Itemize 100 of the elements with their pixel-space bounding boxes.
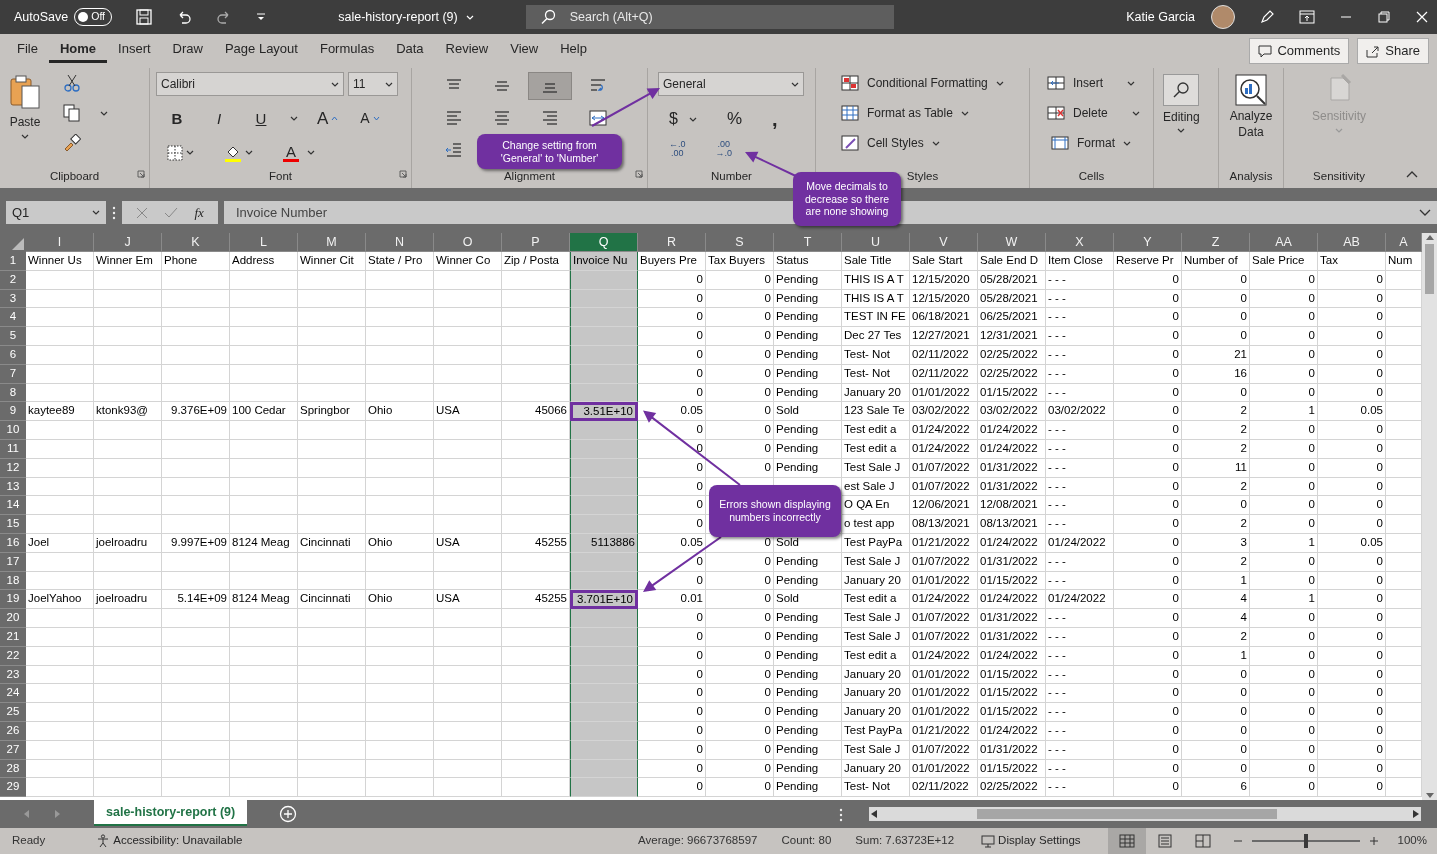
row-header[interactable]: 10 bbox=[0, 421, 26, 440]
display-settings-button[interactable]: Display Settings bbox=[978, 830, 1084, 852]
column-header[interactable]: I bbox=[26, 233, 94, 252]
row-header[interactable]: 19 bbox=[0, 590, 26, 610]
column-header[interactable]: L bbox=[230, 233, 298, 252]
row-header[interactable]: 20 bbox=[0, 609, 26, 628]
row-header[interactable]: 1 bbox=[0, 252, 26, 271]
font-color-button[interactable]: A bbox=[280, 141, 318, 164]
dialog-launcher-icon[interactable] bbox=[635, 170, 643, 179]
normal-view-button[interactable] bbox=[1107, 828, 1146, 854]
row-header[interactable]: 29 bbox=[0, 778, 26, 798]
increase-decimal-button[interactable]: ←.0 .00 bbox=[666, 137, 689, 160]
delete-button[interactable]: Delete bbox=[1044, 102, 1143, 124]
decrease-font-size-button[interactable]: A bbox=[357, 106, 383, 132]
number-format-field[interactable]: General bbox=[658, 72, 804, 96]
ribbon-tab[interactable]: Insert bbox=[107, 34, 162, 64]
row-header[interactable]: 5 bbox=[0, 327, 26, 346]
share-button[interactable]: Share bbox=[1357, 38, 1429, 64]
analyze-data-button[interactable]: Analyze Data bbox=[1225, 72, 1277, 168]
row-header[interactable]: 9 bbox=[0, 402, 26, 422]
column-header[interactable]: Z bbox=[1182, 233, 1250, 252]
row-header[interactable]: 15 bbox=[0, 515, 26, 534]
column-header[interactable]: Y bbox=[1114, 233, 1182, 252]
more-icon[interactable] bbox=[112, 205, 116, 220]
column-header[interactable]: T bbox=[774, 233, 842, 252]
paste-button[interactable]: Paste bbox=[6, 72, 44, 141]
ribbon-tab[interactable]: Home bbox=[48, 34, 108, 64]
column-header[interactable]: A bbox=[1386, 233, 1422, 252]
editing-button[interactable]: Editing bbox=[1160, 72, 1203, 168]
format-button[interactable]: Format bbox=[1048, 132, 1143, 154]
column-header[interactable]: P bbox=[502, 233, 570, 252]
bold-button[interactable]: B bbox=[164, 105, 190, 132]
scroll-down-icon[interactable] bbox=[1425, 793, 1434, 798]
column-header[interactable]: X bbox=[1046, 233, 1114, 252]
cell-styles-button[interactable]: Cell Styles bbox=[838, 132, 1007, 154]
dialog-launcher-icon[interactable] bbox=[137, 170, 145, 179]
column-header[interactable]: J bbox=[94, 233, 162, 252]
column-header[interactable]: U bbox=[842, 233, 910, 252]
column-header[interactable]: M bbox=[298, 233, 366, 252]
column-header[interactable]: Q bbox=[570, 233, 638, 252]
zoom-level[interactable]: 100% bbox=[1397, 832, 1427, 850]
row-header[interactable]: 14 bbox=[0, 496, 26, 516]
scroll-left-icon[interactable] bbox=[871, 810, 877, 818]
zoom-slider-thumb[interactable] bbox=[1303, 834, 1308, 848]
ribbon-tab[interactable]: Review bbox=[434, 34, 500, 64]
decrease-decimal-button[interactable]: .00 →.0 bbox=[712, 137, 736, 160]
row-header[interactable]: 24 bbox=[0, 684, 26, 704]
ribbon-tab[interactable]: Draw bbox=[161, 34, 214, 64]
scrollbar-thumb[interactable] bbox=[977, 809, 1277, 819]
caret-icon bbox=[245, 150, 253, 155]
row-header[interactable]: 4 bbox=[0, 308, 26, 328]
font-name-field[interactable]: Calibri bbox=[156, 72, 344, 96]
column-header[interactable]: S bbox=[706, 233, 774, 252]
ribbon-tab[interactable]: Help bbox=[549, 34, 598, 64]
ribbon-tab[interactable]: Data bbox=[385, 34, 435, 64]
column-header[interactable]: W bbox=[978, 233, 1046, 252]
customize-button[interactable] bbox=[256, 13, 267, 21]
increase-font-size-button[interactable]: A bbox=[314, 104, 342, 134]
column-header[interactable]: V bbox=[910, 233, 978, 252]
column-header[interactable]: AB bbox=[1318, 233, 1386, 252]
user-avatar[interactable] bbox=[1211, 5, 1235, 29]
select-all-icon[interactable] bbox=[12, 238, 24, 250]
ribbon-display-button[interactable] bbox=[1299, 10, 1315, 24]
insert-button[interactable]: Insert bbox=[1044, 72, 1143, 94]
row-header[interactable]: 25 bbox=[0, 703, 26, 722]
sheet-tab[interactable]: sale-history-report (9) bbox=[94, 800, 248, 826]
ribbon-tab[interactable]: File bbox=[6, 34, 49, 64]
comma-style-button[interactable]: , bbox=[769, 106, 781, 131]
scroll-right-icon[interactable] bbox=[1413, 810, 1419, 818]
comments-button[interactable]: Comments bbox=[1249, 38, 1350, 64]
italic-button[interactable]: I bbox=[206, 105, 232, 132]
restore-button[interactable] bbox=[1377, 10, 1391, 24]
column-header[interactable]: O bbox=[434, 233, 502, 252]
file-title[interactable]: sale-history-report (9) bbox=[338, 7, 474, 27]
scroll-up-icon[interactable] bbox=[1425, 235, 1434, 240]
insert-function-button[interactable]: fx bbox=[191, 200, 207, 225]
name-box[interactable]: Q1 bbox=[6, 201, 106, 224]
column-header[interactable]: N bbox=[366, 233, 434, 252]
ribbon-tab[interactable]: Formulas bbox=[308, 34, 386, 64]
add-sheet-button[interactable] bbox=[279, 805, 298, 823]
chevron-down-icon[interactable] bbox=[1419, 208, 1431, 217]
column-header[interactable]: AA bbox=[1250, 233, 1318, 252]
font-size-field[interactable]: 11 bbox=[348, 72, 398, 96]
scrollbar-thumb[interactable] bbox=[1425, 244, 1434, 294]
more-icon[interactable] bbox=[839, 807, 843, 822]
table-cell: 01/24/2022 bbox=[1046, 533, 1114, 553]
column-header[interactable]: R bbox=[638, 233, 706, 252]
conditional-formatting-button[interactable]: Conditional Formatting bbox=[838, 72, 1007, 94]
dialog-launcher-icon[interactable] bbox=[399, 170, 407, 179]
currency-button[interactable]: $ bbox=[666, 104, 700, 133]
ribbon-tab[interactable]: View bbox=[499, 34, 550, 64]
close-button[interactable] bbox=[1415, 10, 1429, 24]
table-cell: 01/24/2022 bbox=[1046, 590, 1114, 610]
search-field[interactable]: Search (Alt+Q) bbox=[525, 5, 894, 29]
accessibility-button[interactable]: Accessibility: Unavailable bbox=[93, 830, 246, 852]
format-as-table-button[interactable]: Format as Table bbox=[838, 102, 1007, 124]
percent-button[interactable]: % bbox=[723, 104, 746, 134]
ribbon-tab[interactable]: Page Layout bbox=[213, 34, 309, 64]
column-header[interactable]: K bbox=[162, 233, 230, 252]
underline-button[interactable]: U bbox=[248, 105, 274, 132]
